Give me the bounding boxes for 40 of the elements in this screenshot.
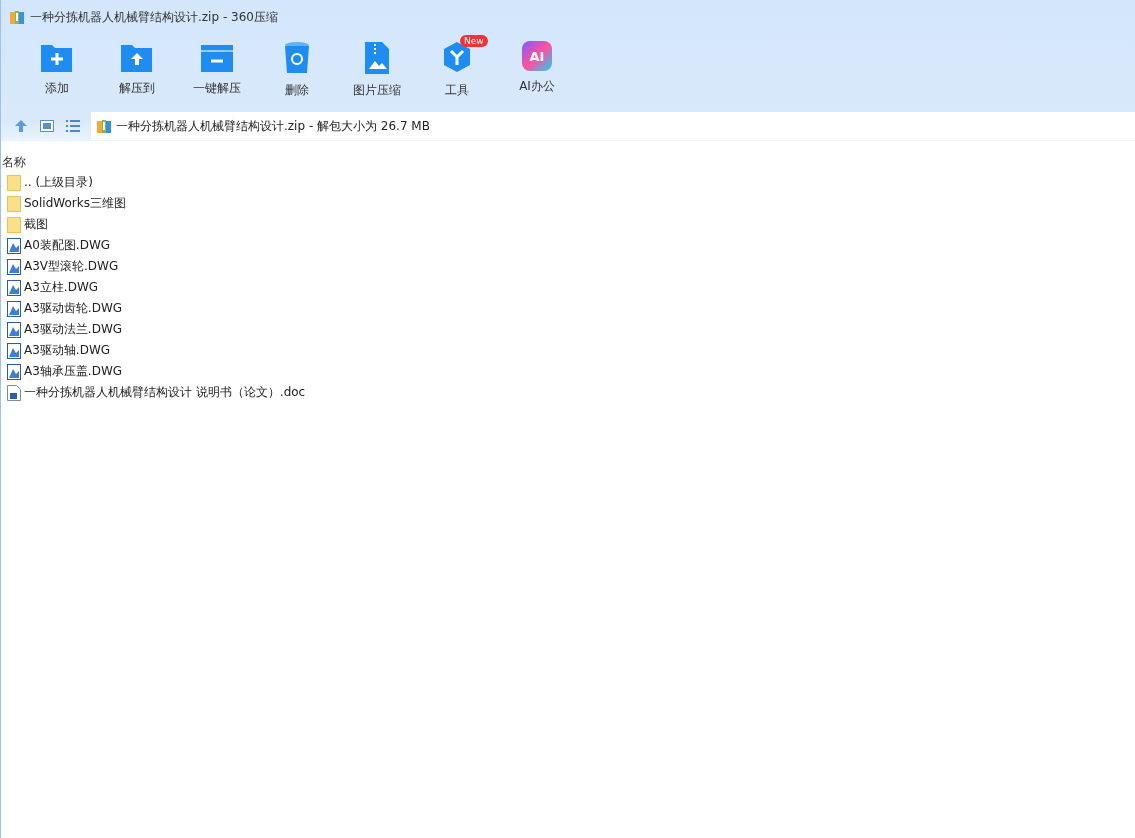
file-name[interactable]: 一种分拣机器人机械臂结构设计 说明书（论文）.doc xyxy=(24,384,306,401)
drawing-file-icon xyxy=(7,237,21,254)
window-icon xyxy=(40,120,54,132)
new-badge: New xyxy=(460,35,488,47)
up-arrow-icon xyxy=(14,119,28,133)
file-name[interactable]: A3立柱.DWG xyxy=(24,279,99,296)
drawing-file-icon xyxy=(7,279,21,296)
window-title: 一种分拣机器人机械臂结构设计.zip - 360压缩 xyxy=(30,8,278,26)
toolbar-button[interactable]: 图片压缩 xyxy=(337,37,417,105)
file-name[interactable]: A0装配图.DWG xyxy=(24,237,111,254)
recycle-bin-icon xyxy=(283,41,311,75)
file-name[interactable]: A3轴承压盖.DWG xyxy=(24,363,123,380)
toolbar-button[interactable]: 添加 xyxy=(17,37,97,105)
file-name[interactable]: A3V型滚轮.DWG xyxy=(24,258,119,275)
ai-icon: AI xyxy=(522,41,552,71)
archive-icon xyxy=(9,9,25,25)
file-name[interactable]: A3驱动法兰.DWG xyxy=(24,321,123,338)
image-file-icon xyxy=(363,41,391,75)
file-name[interactable]: A3驱动齿轮.DWG xyxy=(24,300,123,317)
address-field[interactable]: 一种分拣机器人机械臂结构设计.zip - 解包大小为 26.7 MB xyxy=(91,112,1135,140)
toolbar-button[interactable]: 删除 xyxy=(257,37,337,105)
drawing-file-icon xyxy=(7,342,21,359)
folder-icon xyxy=(7,174,21,191)
toolbar-button[interactable]: 解压到 xyxy=(97,37,177,105)
drawing-file-icon xyxy=(7,258,21,275)
list-icon xyxy=(66,120,80,132)
drawing-file-icon xyxy=(7,363,21,380)
file-name[interactable]: 截图 xyxy=(24,216,48,233)
folder-icon xyxy=(7,195,21,212)
drawing-file-icon xyxy=(7,321,21,338)
file-name[interactable]: SolidWorks三维图 xyxy=(24,195,126,212)
drawing-file-icon xyxy=(7,300,21,317)
file-name[interactable]: A3驱动轴.DWG xyxy=(24,342,111,359)
archive-icon xyxy=(96,118,112,134)
toolbar-button[interactable]: 一键解压 xyxy=(177,37,257,105)
toolbar-button[interactable]: AI AI办公 xyxy=(497,37,577,105)
folder-icon xyxy=(7,216,21,233)
file-name[interactable]: .. (上级目录) xyxy=(24,174,93,191)
column-header[interactable]: 名称 xyxy=(1,153,1135,172)
toolbar-button[interactable]: New 工具 xyxy=(417,37,497,105)
